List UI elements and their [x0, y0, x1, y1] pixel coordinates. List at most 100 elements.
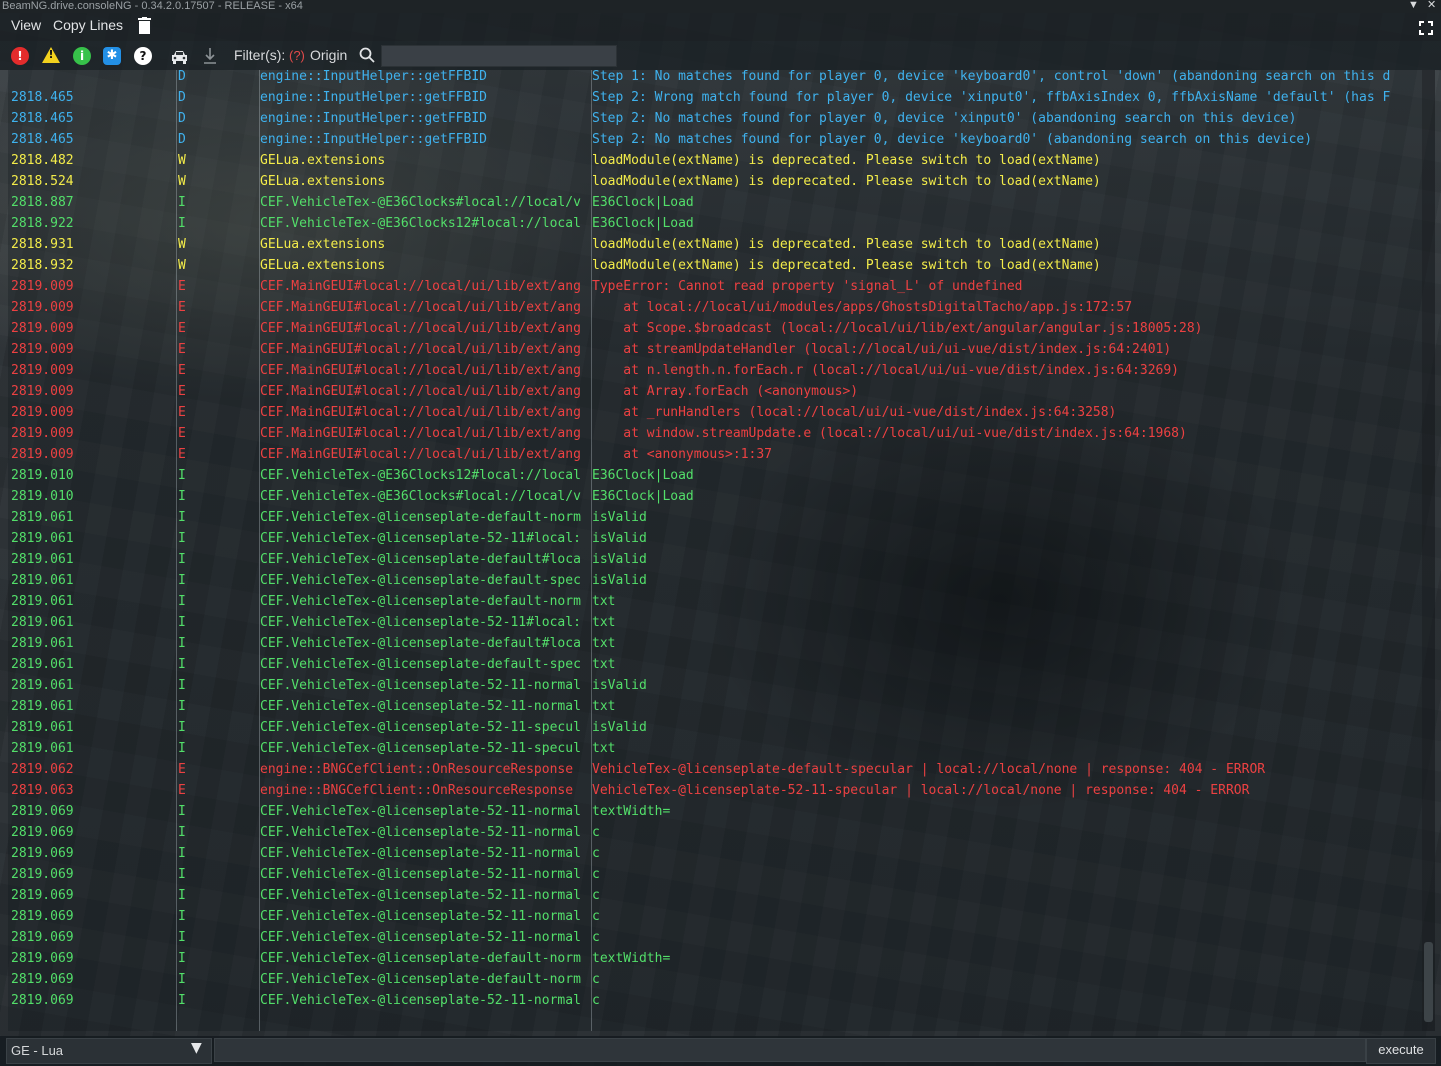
debug-filter-icon[interactable]: ✱ [103, 47, 121, 65]
log-origin: CEF.MainGEUI#local://local/ui/lib/ext/an… [260, 321, 581, 336]
log-time: 2819.009 [11, 384, 74, 399]
log-time: 2819.010 [11, 468, 74, 483]
help-icon[interactable]: ? [134, 47, 152, 65]
info-filter-icon[interactable]: i [73, 47, 91, 65]
log-row[interactable]: 2819.061 I CEF.VehicleTex-@licenseplate-de… [8, 570, 1422, 591]
trash-icon[interactable] [138, 17, 151, 38]
log-row[interactable]: 2819.061 I CEF.VehicleTex-@licenseplate-52… [8, 738, 1422, 759]
log-time: 2819.063 [11, 783, 74, 798]
context-select[interactable]: GE - Lua ▼ [6, 1038, 212, 1064]
log-origin: CEF.MainGEUI#local://local/ui/lib/ext/an… [260, 342, 581, 357]
log-row[interactable]: 2819.009 E CEF.MainGEUI#local://local/ui/l… [8, 402, 1422, 423]
log-level: I [178, 699, 186, 714]
log-row[interactable]: 2819.009 E CEF.MainGEUI#local://local/ui/l… [8, 297, 1422, 318]
log-row[interactable]: 2819.061 I CEF.VehicleTex-@licenseplate-de… [8, 507, 1422, 528]
log-message: Step 2: Wrong match found for player 0, … [592, 90, 1391, 105]
log-time: 2818.465 [11, 132, 74, 147]
log-row[interactable]: 2818.922 I CEF.VehicleTex-@E36Clocks12#loc… [8, 213, 1422, 234]
log-time: 2819.061 [11, 615, 74, 630]
search-input[interactable] [381, 45, 617, 67]
log-row[interactable]: 2818.524 W GELua.extensions loadModule(extN… [8, 171, 1422, 192]
log-row[interactable]: 2819.069 I CEF.VehicleTex-@licenseplate-de… [8, 948, 1422, 969]
log-row[interactable]: 2819.069 I CEF.VehicleTex-@licenseplate-52… [8, 801, 1422, 822]
log-time: 2818.465 [11, 90, 74, 105]
execute-button[interactable]: execute [1366, 1038, 1436, 1064]
log-row[interactable]: 2819.009 E CEF.MainGEUI#local://local/ui/l… [8, 444, 1422, 465]
log-level: I [178, 615, 186, 630]
close-icon[interactable]: ✕ [1427, 0, 1436, 11]
log-row[interactable]: 2819.009 E CEF.MainGEUI#local://local/ui/l… [8, 360, 1422, 381]
log-row[interactable]: 2819.010 I CEF.VehicleTex-@E36Clocks12#loc… [8, 465, 1422, 486]
fullscreen-icon[interactable] [1419, 20, 1433, 39]
log-origin: CEF.MainGEUI#local://local/ui/lib/ext/an… [260, 426, 581, 441]
log-message: isValid [592, 720, 647, 735]
log-row[interactable]: 2819.069 I CEF.VehicleTex-@licenseplate-52… [8, 864, 1422, 885]
log-row[interactable]: 2819.061 I CEF.VehicleTex-@licenseplate-de… [8, 549, 1422, 570]
log-row[interactable]: 2819.061 I CEF.VehicleTex-@licenseplate-de… [8, 633, 1422, 654]
log-row[interactable]: 2819.009 E CEF.MainGEUI#local://local/ui/l… [8, 318, 1422, 339]
log-origin: engine::InputHelper::getFFBID [260, 70, 487, 84]
log-row[interactable]: 2819.061 I CEF.VehicleTex-@licenseplate-52… [8, 675, 1422, 696]
log-row[interactable]: 2819.009 E CEF.MainGEUI#local://local/ui/l… [8, 423, 1422, 444]
log-level: I [178, 489, 186, 504]
log-table[interactable]: Dengine::InputHelper::getFFBID Step 1: No… [8, 70, 1422, 1031]
scrollbar-thumb[interactable] [1424, 942, 1433, 1022]
log-row[interactable]: 2819.069 I CEF.VehicleTex-@licenseplate-de… [8, 969, 1422, 990]
warning-filter-icon[interactable]: ! [41, 46, 61, 64]
log-level: W [178, 174, 186, 189]
log-row[interactable]: 2819.061 I CEF.VehicleTex-@licenseplate-de… [8, 591, 1422, 612]
log-row[interactable]: 2819.069 I CEF.VehicleTex-@licenseplate-52… [8, 990, 1422, 1011]
filter-help-icon[interactable]: (?) [289, 48, 305, 63]
log-time: 2819.061 [11, 552, 74, 567]
log-row[interactable]: 2818.932 W GELua.extensions loadModule(extN… [8, 255, 1422, 276]
log-message: isValid [592, 510, 647, 525]
error-filter-icon[interactable]: ! [11, 47, 29, 65]
log-row[interactable]: 2818.931 W GELua.extensions loadModule(extN… [8, 234, 1422, 255]
log-level: D [178, 111, 186, 126]
log-row[interactable]: 2818.465 Dengine::InputHelper::getFFBID St… [8, 129, 1422, 150]
search-icon[interactable] [359, 47, 375, 67]
log-row[interactable]: 2819.061 I CEF.VehicleTex-@licenseplate-de… [8, 654, 1422, 675]
log-row[interactable]: 2819.061 I CEF.VehicleTex-@licenseplate-52… [8, 717, 1422, 738]
log-row[interactable]: 2819.069 I CEF.VehicleTex-@licenseplate-52… [8, 822, 1422, 843]
log-origin: CEF.MainGEUI#local://local/ui/lib/ext/an… [260, 279, 581, 294]
log-origin: engine::InputHelper::getFFBID [260, 132, 487, 147]
log-message: c [592, 825, 600, 840]
log-origin: CEF.VehicleTex-@licenseplate-52-11-norma… [260, 867, 581, 882]
log-row[interactable]: 2819.009 E CEF.MainGEUI#local://local/ui/l… [8, 276, 1422, 297]
log-origin: CEF.VehicleTex-@licenseplate-default#loc… [260, 636, 581, 651]
log-row[interactable]: 2818.465 Dengine::InputHelper::getFFBID St… [8, 87, 1422, 108]
log-row[interactable]: Dengine::InputHelper::getFFBID Step 1: No… [8, 70, 1422, 87]
menu-copy-lines[interactable]: Copy Lines [53, 17, 123, 33]
download-icon[interactable] [203, 47, 217, 69]
log-message: isValid [592, 531, 647, 546]
chevron-down-icon[interactable]: ▼ [191, 1040, 202, 1056]
log-row[interactable]: 2819.063 Eengine::BNGCefClient::OnResourc… [8, 780, 1422, 801]
menu-view[interactable]: View [11, 17, 41, 33]
log-origin: CEF.VehicleTex-@E36Clocks12#local://loca… [260, 216, 581, 231]
log-scrollbar[interactable] [1422, 70, 1435, 1031]
log-level: I [178, 846, 186, 861]
log-row[interactable]: 2819.061 I CEF.VehicleTex-@licenseplate-52… [8, 528, 1422, 549]
command-input[interactable] [214, 1038, 1366, 1062]
log-row[interactable]: 2819.062 Eengine::BNGCefClient::OnResourc… [8, 759, 1422, 780]
log-row[interactable]: 2818.887 I CEF.VehicleTex-@E36Clocks#local… [8, 192, 1422, 213]
log-row[interactable]: 2819.010 I CEF.VehicleTex-@E36Clocks#local… [8, 486, 1422, 507]
log-row[interactable]: 2819.061 I CEF.VehicleTex-@licenseplate-52… [8, 696, 1422, 717]
log-row[interactable]: 2819.009 E CEF.MainGEUI#local://local/ui/l… [8, 381, 1422, 402]
car-icon[interactable] [171, 49, 188, 68]
log-row[interactable]: 2818.482 W GELua.extensions loadModule(extN… [8, 150, 1422, 171]
log-level: I [178, 804, 186, 819]
log-message: textWidth= [592, 951, 671, 966]
collapse-icon[interactable]: ▼ [1408, 0, 1419, 11]
log-row[interactable]: 2818.465 Dengine::InputHelper::getFFBID St… [8, 108, 1422, 129]
log-time: 2819.061 [11, 510, 74, 525]
log-time: 2819.009 [11, 447, 74, 462]
origin-filter-label[interactable]: Origin [310, 47, 347, 63]
log-row[interactable]: 2819.061 I CEF.VehicleTex-@licenseplate-52… [8, 612, 1422, 633]
log-row[interactable]: 2819.069 I CEF.VehicleTex-@licenseplate-52… [8, 843, 1422, 864]
log-row[interactable]: 2819.069 I CEF.VehicleTex-@licenseplate-52… [8, 906, 1422, 927]
log-row[interactable]: 2819.069 I CEF.VehicleTex-@licenseplate-52… [8, 927, 1422, 948]
log-row[interactable]: 2819.069 I CEF.VehicleTex-@licenseplate-52… [8, 885, 1422, 906]
log-row[interactable]: 2819.009 E CEF.MainGEUI#local://local/ui/l… [8, 339, 1422, 360]
